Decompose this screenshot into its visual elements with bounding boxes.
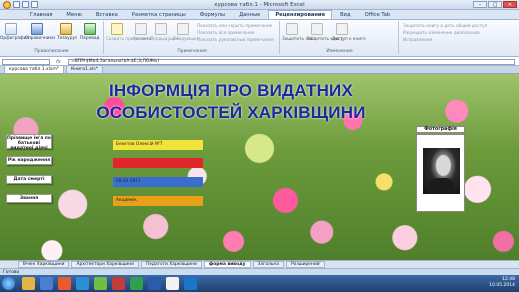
worksheet[interactable]: ІНФОРМЦІЯ ПРО ВИДАТНИХ ОСОБИСТОСТЕЙ ХАРК…: [0, 74, 519, 260]
delete-comment-button[interactable]: Удалить: [133, 36, 151, 41]
tab-review[interactable]: Рецензирование: [268, 10, 333, 19]
thesaurus-button[interactable]: Тезаурус: [57, 36, 77, 41]
opera-icon[interactable]: [112, 277, 125, 290]
formula-input[interactable]: =ВПР($M$4;Загальна!$A:$E;3;ЛОЖЬ): [68, 59, 515, 65]
protect-share-button[interactable]: Защитить книгу и дать общий доступ: [403, 23, 487, 28]
bar-rank: Академік: [113, 196, 203, 206]
tab-office-tab[interactable]: Office Tab: [359, 11, 397, 19]
tab-formulas[interactable]: Формулы: [194, 11, 231, 19]
bar-birth-year: [113, 158, 203, 168]
changes-group-label: Изменения: [326, 49, 353, 54]
chrome-icon[interactable]: [166, 277, 179, 290]
translate-icon[interactable]: [84, 23, 96, 35]
word-icon[interactable]: [148, 277, 161, 290]
share-book-icon[interactable]: [336, 23, 348, 35]
new-comment-icon[interactable]: [111, 23, 123, 35]
tab-home[interactable]: Главная: [24, 11, 58, 19]
taskbar-clock[interactable]: 12:48 10.05.2014: [489, 277, 515, 289]
maximize-button[interactable]: □: [488, 1, 502, 8]
sheet-tab-scientists[interactable]: Вчені Харківщини: [18, 261, 70, 268]
protect-sheet-icon[interactable]: [286, 23, 298, 35]
spelling-icon[interactable]: [5, 23, 17, 35]
app-icon[interactable]: [76, 277, 89, 290]
sheet-tab-extended[interactable]: Розширений: [285, 261, 325, 268]
birth-year-button[interactable]: Рік народження: [6, 156, 52, 165]
research-icon[interactable]: [31, 23, 43, 35]
comments-group: Создать примечание Удалить Предыдущее Сл…: [105, 21, 280, 54]
portrait-photo: [423, 148, 460, 194]
close-button[interactable]: ✕: [503, 1, 517, 8]
delete-comment-icon[interactable]: [135, 23, 147, 35]
track-changes-button[interactable]: Исправления: [403, 37, 432, 42]
next-comment-icon[interactable]: [177, 23, 189, 35]
changes-group: Защитить лист Защитить книгу Доступ к кн…: [281, 21, 399, 54]
skype-icon[interactable]: [184, 277, 197, 290]
show-hide-comment-button[interactable]: Показать или скрыть примечание: [197, 23, 272, 28]
death-date-button[interactable]: Дата смерті: [6, 175, 52, 184]
name-button[interactable]: Прізвище ім'я по батькові видатної діячі: [6, 134, 52, 151]
changes-options: Защитить книгу и дать общий доступ Разре…: [400, 21, 518, 54]
next-comment-button[interactable]: Следующее: [173, 36, 199, 41]
show-all-comments-button[interactable]: Показать все примечания: [197, 30, 254, 35]
document-tabs: курсова табл.1.xlsm* Книга1.xls*: [0, 65, 519, 74]
sheet-tab-output-form[interactable]: форма виводу: [203, 261, 251, 268]
proofing-group-label: Правописание: [34, 49, 69, 54]
previous-comment-icon[interactable]: [155, 23, 167, 35]
research-button[interactable]: Справочники: [25, 36, 55, 41]
show-ink-button[interactable]: Показать рукописные примечания: [197, 37, 274, 42]
comments-group-label: Примечания: [177, 49, 207, 54]
photo-frame: [416, 134, 465, 212]
allow-ranges-button[interactable]: Разрешить изменение диапазонов: [403, 30, 480, 35]
window-title: курсова табл.1 - Microsoft Excel: [214, 2, 305, 8]
status-bar: Готово: [0, 268, 519, 275]
tab-insert[interactable]: Вставка: [90, 11, 124, 19]
photo-label: Фотографія: [416, 126, 465, 133]
media-icon[interactable]: [58, 277, 71, 290]
tab-page-layout[interactable]: Разметка страницы: [126, 11, 192, 19]
tab-view[interactable]: Вид: [334, 11, 357, 19]
explorer-icon[interactable]: [22, 277, 35, 290]
minimize-button[interactable]: –: [473, 1, 487, 8]
window-controls: – □ ✕: [473, 1, 517, 8]
start-icon[interactable]: [2, 277, 15, 290]
tab-menu[interactable]: Меню: [60, 11, 87, 19]
protect-book-icon[interactable]: [311, 23, 323, 35]
title-rank-button[interactable]: Звання: [6, 194, 52, 203]
doc-tab-kursova[interactable]: курсова табл.1.xlsm*: [4, 65, 64, 73]
doc-tab-book1[interactable]: Книга1.xls*: [65, 65, 103, 73]
translate-button[interactable]: Перевод: [80, 36, 99, 41]
sheet-tab-teachers[interactable]: Педагоги Харківщини: [140, 261, 202, 268]
sheet-title: ІНФОРМЦІЯ ПРО ВИДАТНИХ ОСОБИСТОСТЕЙ ХАРК…: [96, 81, 366, 122]
sheet-tab-general[interactable]: Загальна: [252, 261, 284, 268]
ribbon-tabs: Главная Меню Вставка Разметка страницы Ф…: [0, 10, 519, 20]
bar-death-date: 09.02.1871: [113, 177, 203, 187]
ribbon: Орфография Справочники Тезаурус Перевод …: [0, 20, 519, 57]
sheet-tab-architects[interactable]: Архітектори Харківщини: [71, 261, 139, 268]
proofing-group: Орфография Справочники Тезаурус Перевод …: [0, 21, 104, 54]
excel-taskbar-icon[interactable]: [94, 277, 107, 290]
share-book-button[interactable]: Доступ к книге: [332, 36, 366, 41]
thesaurus-icon[interactable]: [60, 23, 72, 35]
title-bar: курсова табл.1 - Microsoft Excel – □ ✕: [0, 0, 519, 10]
clock-date: 10.05.2014: [489, 283, 515, 288]
ie-icon[interactable]: [40, 277, 53, 290]
taskbar: 12:48 10.05.2014: [0, 275, 519, 292]
sheet-tabs: Вчені Харківщини Архітектори Харківщини …: [0, 260, 519, 268]
tab-data[interactable]: Данные: [233, 11, 266, 19]
excel-icon[interactable]: [130, 277, 143, 290]
bar-name: Бекетов Олексій М'Т: [113, 140, 203, 150]
